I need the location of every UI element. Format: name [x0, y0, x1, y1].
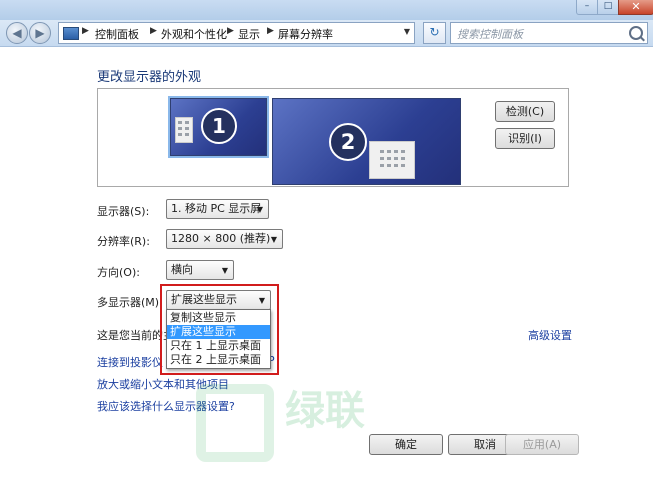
breadcrumb-display[interactable]: 显示 — [238, 26, 260, 42]
display-value: 1. 移动 PC 显示屏 — [171, 202, 262, 215]
monitor-preview: 1 2 检测(C) 识别(I) — [97, 88, 569, 187]
breadcrumb-separator-icon: ▶ — [267, 26, 274, 36]
back-arrow-icon: ◀ — [12, 26, 22, 40]
resolution-value: 1280 × 800 (推荐) — [171, 232, 271, 245]
window-title-bar — [0, 0, 653, 20]
desktop-window-icon — [369, 141, 415, 179]
search-icon[interactable] — [629, 26, 643, 40]
advanced-settings-link[interactable]: 高级设置 — [528, 327, 572, 343]
breadcrumb-control-panel[interactable]: 控制面板 — [95, 26, 139, 42]
chevron-down-icon: ▼ — [256, 205, 263, 214]
monitor-2[interactable]: 2 — [272, 98, 461, 185]
page-title: 更改显示器的外观 — [97, 70, 202, 85]
breadcrumb-separator-icon: ▶ — [227, 26, 234, 36]
apply-button[interactable]: 应用(A) — [505, 434, 579, 455]
maximize-icon: □ — [603, 1, 613, 11]
search-input[interactable]: 搜索控制面板 — [450, 22, 648, 44]
address-bar[interactable]: ▶ 控制面板 ▶ 外观和个性化 ▶ 显示 ▶ 屏幕分辨率 ▼ — [58, 22, 415, 44]
breadcrumb-separator-icon: ▶ — [82, 26, 89, 36]
minimize-button[interactable]: – — [576, 0, 598, 15]
connect-projector-link[interactable]: 连接到投影仪 — [97, 354, 163, 370]
monitor-number: 1 — [201, 108, 237, 144]
maximize-button[interactable]: □ — [597, 0, 619, 15]
highlight-frame — [160, 284, 279, 375]
navigation-bar: ◀ ▶ ▶ 控制面板 ▶ 外观和个性化 ▶ 显示 ▶ 屏幕分辨率 ▼ ↻ 搜索控… — [0, 20, 653, 47]
refresh-button[interactable]: ↻ — [423, 22, 446, 44]
display-select[interactable]: 1. 移动 PC 显示屏 ▼ — [166, 199, 269, 219]
forward-button[interactable]: ▶ — [29, 22, 51, 44]
resolution-select[interactable]: 1280 × 800 (推荐) ▼ — [166, 229, 283, 249]
display-label: 显示器(S): — [97, 205, 150, 218]
search-placeholder: 搜索控制面板 — [457, 28, 523, 41]
chevron-down-icon: ▼ — [270, 235, 277, 244]
watermark-logo-icon — [196, 384, 274, 462]
close-button[interactable]: ✕ — [618, 0, 653, 15]
breadcrumb-separator-icon: ▶ — [150, 26, 157, 36]
orientation-value: 横向 — [171, 263, 193, 276]
resolution-label: 分辨率(R): — [97, 235, 150, 248]
control-panel-icon — [63, 27, 79, 40]
ok-button[interactable]: 确定 — [369, 434, 443, 455]
refresh-icon: ↻ — [429, 25, 440, 39]
monitor-1[interactable]: 1 — [168, 96, 269, 158]
monitor-number: 2 — [329, 123, 367, 161]
orientation-label: 方向(O): — [97, 266, 140, 279]
multi-display-label: 多显示器(M): — [97, 296, 163, 309]
breadcrumb-appearance[interactable]: 外观和个性化 — [161, 26, 227, 42]
minimize-icon: – — [584, 1, 590, 11]
breadcrumb-screen-resolution[interactable]: 屏幕分辨率 — [278, 26, 333, 42]
detect-button[interactable]: 检测(C) — [495, 101, 555, 122]
back-button[interactable]: ◀ — [6, 22, 28, 44]
identify-button[interactable]: 识别(I) — [495, 128, 555, 149]
orientation-select[interactable]: 横向 ▼ — [166, 260, 234, 280]
desktop-window-icon — [175, 117, 193, 143]
chevron-down-icon: ▼ — [221, 266, 228, 275]
forward-arrow-icon: ▶ — [35, 26, 45, 40]
watermark-text: 绿联 — [285, 388, 365, 434]
address-dropdown-icon[interactable]: ▼ — [404, 27, 410, 36]
